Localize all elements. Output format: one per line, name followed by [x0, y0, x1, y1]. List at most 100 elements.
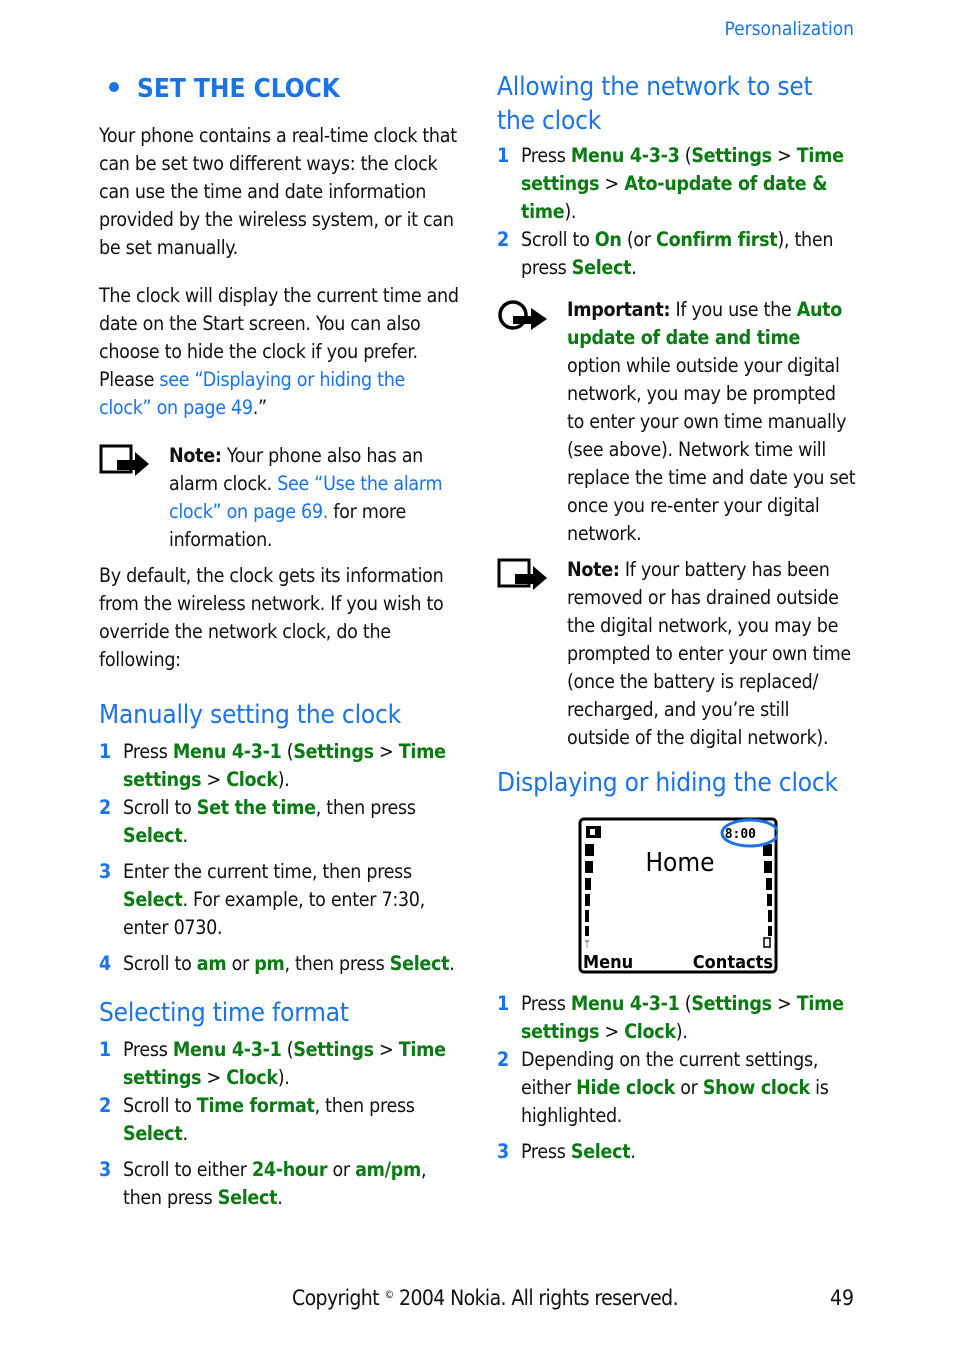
antenna-icon: ᛘ: [584, 939, 590, 950]
kw: Confirm first: [656, 228, 778, 251]
t: Press: [123, 1038, 173, 1061]
t: Press: [521, 1140, 571, 1163]
kw: Clock: [226, 1066, 278, 1089]
heading-format: Selecting time format: [99, 998, 349, 1028]
list-item: 2 Scroll to On (or Confirm first), then p…: [497, 226, 857, 282]
step-number: 1: [497, 992, 509, 1015]
t: or: [226, 952, 255, 975]
list-item: 1 Press Menu 4-3-3 (Settings > Time setti…: [497, 142, 857, 226]
list-item: 1 Press Menu 4-3-1 (Settings > Time setti…: [99, 738, 459, 794]
left-column: SET THE CLOCK Your phone contains a real…: [99, 70, 459, 1220]
t: (: [679, 992, 692, 1015]
t: If you use the: [670, 298, 797, 321]
t: >: [771, 992, 797, 1015]
t: >: [201, 1066, 227, 1089]
kw: Time format: [196, 1094, 315, 1117]
phone-clock: 8:00: [725, 827, 756, 842]
t: >: [373, 740, 399, 763]
note-battery: Note: If your battery has been removed o…: [497, 556, 857, 752]
t: Copyright: [292, 1286, 385, 1310]
kw: Select: [123, 824, 183, 847]
step-number: 3: [99, 1158, 111, 1181]
phone-screen-illustration: ᛘ Home 8:00 Menu Contacts: [578, 817, 780, 974]
t: ).: [564, 200, 577, 223]
heading-display: Displaying or hiding the clock: [497, 768, 838, 798]
note-label: Note:: [169, 444, 222, 467]
heading-network: Allowing the network to set the clock: [497, 72, 813, 136]
t: .: [182, 1122, 188, 1145]
display-steps: 1 Press Menu 4-3-1 (Settings > Time setti…: [497, 990, 857, 1166]
running-header-section: Personalization: [724, 18, 854, 40]
t: (or: [621, 228, 657, 251]
intro-paragraph: Your phone contains a real-time clock th…: [99, 124, 457, 259]
step-number: 4: [99, 952, 111, 975]
kw: Settings: [691, 144, 772, 167]
kw: Menu 4-3-1: [570, 992, 680, 1015]
kw: Clock: [624, 1020, 676, 1043]
bullet-icon: [109, 81, 119, 92]
kw: pm: [254, 952, 285, 975]
kw: Clock: [226, 768, 278, 791]
manual-steps: 1 Press Menu 4-3-1 (Settings > Time setti…: [99, 738, 459, 978]
step-number: 2: [99, 1094, 111, 1117]
t: Scroll to: [123, 952, 197, 975]
kw: Select: [570, 1140, 631, 1163]
note-alarm: Note: Your phone also has an alarm clock…: [99, 442, 459, 554]
t: Scroll to: [123, 1094, 197, 1117]
list-item: 3 Enter the current time, then press Sele…: [99, 858, 459, 942]
step-number: 2: [497, 1048, 509, 1071]
important-text: Important: If you use the Auto update of…: [567, 296, 857, 548]
note-text: Note: Your phone also has an alarm clock…: [169, 442, 459, 554]
kw: Select: [571, 256, 632, 279]
t: ).: [277, 1066, 290, 1089]
kw: Select: [123, 888, 183, 911]
t: .: [277, 1186, 283, 1209]
format-steps: 1 Press Menu 4-3-1 (Settings > Time setti…: [99, 1036, 459, 1212]
kw: Settings: [293, 1038, 374, 1061]
t: .: [631, 256, 637, 279]
kw: On: [594, 228, 622, 251]
kw: Select: [123, 1122, 183, 1145]
footer-copyright: Copyright © 2004 Nokia. All rights reser…: [292, 1286, 679, 1310]
t: (: [281, 1038, 294, 1061]
display-paragraph: The clock will display the current time …: [99, 282, 459, 422]
note-icon: [99, 442, 169, 554]
kw: Menu 4-3-1: [172, 1038, 282, 1061]
step-number: 2: [99, 796, 111, 819]
t: >: [771, 144, 797, 167]
t: , then press: [315, 796, 416, 819]
t: Scroll to: [123, 796, 197, 819]
important-note: Important: If you use the Auto update of…: [497, 296, 857, 548]
copyright-symbol: ©: [384, 1288, 394, 1301]
note-icon: [497, 556, 567, 752]
t: >: [599, 1020, 625, 1043]
step-number: 3: [497, 1140, 509, 1163]
t: >: [201, 768, 227, 791]
right-column: Allowing the network to set the clock 1P…: [497, 70, 857, 806]
softkey-menu: Menu: [583, 952, 633, 973]
kw: Settings: [293, 740, 374, 763]
note-label: Note:: [567, 558, 620, 581]
t: (: [281, 740, 294, 763]
t: 2004 Nokia. All rights reserved.: [393, 1286, 679, 1310]
kw: Hide clock: [576, 1076, 675, 1099]
t: >: [373, 1038, 399, 1061]
step-number: 1: [497, 144, 509, 167]
important-label: Important:: [567, 298, 671, 321]
t: Scroll to either: [123, 1158, 252, 1181]
page-title: SET THE CLOCK: [109, 70, 459, 108]
t: , then press: [314, 1094, 415, 1117]
phone-home-label: Home: [645, 848, 714, 878]
step-number: 3: [99, 860, 111, 883]
kw: Settings: [691, 992, 772, 1015]
t: ).: [675, 1020, 688, 1043]
t: Press: [521, 144, 571, 167]
kw: Show clock: [702, 1076, 810, 1099]
important-icon: [497, 296, 567, 548]
list-item: 2 Scroll to Time format, then press Selec…: [99, 1092, 459, 1148]
kw: Menu 4-3-1: [172, 740, 282, 763]
page-number: 49: [829, 1286, 854, 1310]
display-steps-wrap: 1 Press Menu 4-3-1 (Settings > Time setti…: [497, 990, 857, 1174]
t: or: [674, 1076, 703, 1099]
t: (: [679, 144, 692, 167]
